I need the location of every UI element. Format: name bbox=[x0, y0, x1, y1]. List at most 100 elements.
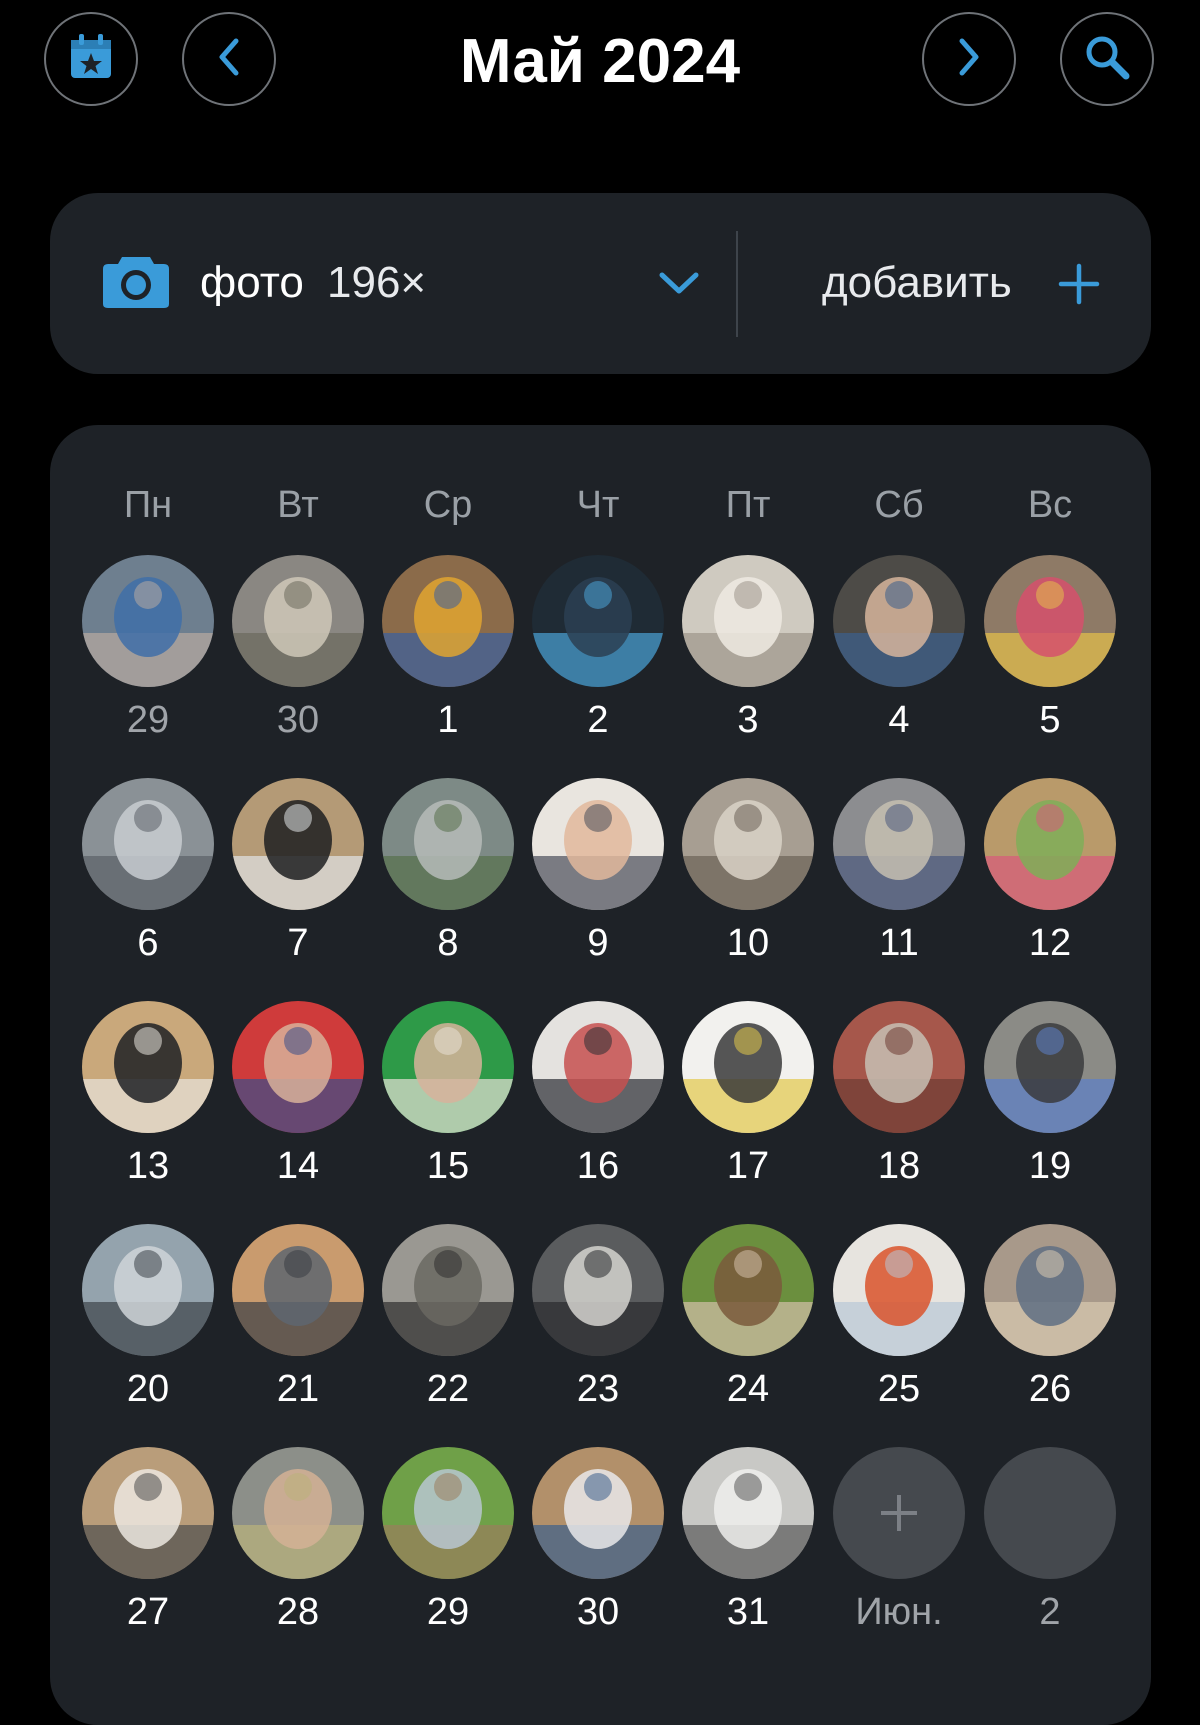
weekday-label: Ср bbox=[423, 484, 473, 526]
day-number: 21 bbox=[276, 1368, 320, 1410]
calendar-day[interactable]: 22 bbox=[373, 1224, 523, 1434]
calendar-day[interactable]: Июн. bbox=[824, 1447, 974, 1657]
calendar-day[interactable]: 19 bbox=[975, 1001, 1125, 1211]
day-photo-thumbnail bbox=[232, 555, 364, 687]
page-title: Май 2024 bbox=[459, 27, 741, 96]
day-photo-thumbnail bbox=[984, 1001, 1116, 1133]
calendar-day[interactable]: 3 bbox=[673, 555, 823, 765]
day-photo-thumbnail bbox=[382, 555, 514, 687]
calendar-day[interactable]: 2 bbox=[523, 555, 673, 765]
search-button[interactable] bbox=[1060, 12, 1154, 106]
calendar-day[interactable]: 30 bbox=[223, 555, 373, 765]
calendar-favorites-button[interactable] bbox=[44, 12, 138, 106]
calendar-day[interactable]: 28 bbox=[223, 1447, 373, 1657]
calendar-day[interactable]: 8 bbox=[373, 778, 523, 988]
calendar-day[interactable]: 2 bbox=[975, 1447, 1125, 1657]
day-number: 19 bbox=[1028, 1145, 1072, 1187]
add-label: добавить bbox=[822, 258, 1012, 307]
calendar-day[interactable]: 1 bbox=[373, 555, 523, 765]
day-photo-thumbnail bbox=[382, 1447, 514, 1579]
day-photo-thumbnail bbox=[382, 1001, 514, 1133]
calendar-day[interactable]: 5 bbox=[975, 555, 1125, 765]
day-photo-thumbnail bbox=[682, 1224, 814, 1356]
day-photo-thumbnail bbox=[532, 1001, 664, 1133]
day-photo-thumbnail bbox=[984, 555, 1116, 687]
day-photo-thumbnail bbox=[532, 1447, 664, 1579]
weekday-label: Пт bbox=[725, 484, 771, 526]
calendar-day[interactable]: 21 bbox=[223, 1224, 373, 1434]
calendar-day[interactable]: 30 bbox=[523, 1447, 673, 1657]
calendar-day[interactable]: 26 bbox=[975, 1224, 1125, 1434]
calendar-day[interactable]: 17 bbox=[673, 1001, 823, 1211]
plus-icon bbox=[1058, 263, 1100, 310]
empty-day-placeholder bbox=[984, 1447, 1116, 1579]
weekday-label: Чт bbox=[576, 484, 620, 526]
day-number: Июн. bbox=[855, 1591, 943, 1633]
day-number: 29 bbox=[126, 699, 170, 741]
calendar-day[interactable]: 6 bbox=[73, 778, 223, 988]
chevron-right-icon bbox=[954, 37, 984, 82]
day-number: 8 bbox=[437, 922, 459, 964]
calendar-day[interactable]: 20 bbox=[73, 1224, 223, 1434]
day-number: 17 bbox=[726, 1145, 770, 1187]
calendar-day[interactable]: 23 bbox=[523, 1224, 673, 1434]
next-month-button[interactable] bbox=[922, 12, 1016, 106]
media-filter-card: фото 196× добавить bbox=[50, 193, 1151, 374]
media-type-dropdown[interactable]: фото 196× bbox=[50, 193, 740, 374]
add-media-button[interactable]: добавить bbox=[740, 193, 1151, 374]
day-photo-thumbnail bbox=[232, 778, 364, 910]
day-number: 20 bbox=[126, 1368, 170, 1410]
day-photo-thumbnail bbox=[682, 778, 814, 910]
camera-icon bbox=[102, 253, 170, 314]
calendar-day[interactable]: 29 bbox=[73, 555, 223, 765]
day-number: 27 bbox=[126, 1591, 170, 1633]
day-number: 23 bbox=[576, 1368, 620, 1410]
day-photo-thumbnail bbox=[984, 1224, 1116, 1356]
day-photo-thumbnail bbox=[82, 1447, 214, 1579]
previous-month-button[interactable] bbox=[182, 12, 276, 106]
calendar-day[interactable]: 7 bbox=[223, 778, 373, 988]
calendar-day[interactable]: 4 bbox=[824, 555, 974, 765]
day-photo-thumbnail bbox=[833, 1224, 965, 1356]
day-number: 28 bbox=[276, 1591, 320, 1633]
calendar-day[interactable]: 18 bbox=[824, 1001, 974, 1211]
chevron-left-icon bbox=[214, 37, 244, 82]
day-number: 1 bbox=[437, 699, 459, 741]
day-number: 14 bbox=[276, 1145, 320, 1187]
calendar-day[interactable]: 15 bbox=[373, 1001, 523, 1211]
day-photo-thumbnail bbox=[82, 1001, 214, 1133]
day-number: 29 bbox=[426, 1591, 470, 1633]
calendar-day[interactable]: 25 bbox=[824, 1224, 974, 1434]
weekday-label: Вс bbox=[1027, 484, 1073, 526]
weekday-label: Вт bbox=[277, 484, 319, 526]
calendar-day[interactable]: 27 bbox=[73, 1447, 223, 1657]
day-number: 16 bbox=[576, 1145, 620, 1187]
calendar-day[interactable]: 12 bbox=[975, 778, 1125, 988]
calendar-day[interactable]: 29 bbox=[373, 1447, 523, 1657]
calendar-day[interactable]: 11 bbox=[824, 778, 974, 988]
calendar-day[interactable]: 10 bbox=[673, 778, 823, 988]
day-photo-thumbnail bbox=[833, 778, 965, 910]
media-type-label: фото bbox=[200, 258, 304, 307]
calendar-day[interactable]: 13 bbox=[73, 1001, 223, 1211]
calendar-day[interactable]: 31 bbox=[673, 1447, 823, 1657]
day-number: 10 bbox=[726, 922, 770, 964]
day-number: 31 bbox=[726, 1591, 770, 1633]
day-photo-thumbnail bbox=[532, 555, 664, 687]
day-photo-thumbnail bbox=[682, 1447, 814, 1579]
day-number: 25 bbox=[877, 1368, 921, 1410]
calendar-day[interactable]: 14 bbox=[223, 1001, 373, 1211]
day-number: 13 bbox=[126, 1145, 170, 1187]
day-number: 9 bbox=[587, 922, 609, 964]
day-photo-thumbnail bbox=[532, 778, 664, 910]
day-number: 22 bbox=[426, 1368, 470, 1410]
calendar-day[interactable]: 24 bbox=[673, 1224, 823, 1434]
day-number: 5 bbox=[1039, 699, 1061, 741]
day-photo-thumbnail bbox=[682, 1001, 814, 1133]
day-number: 30 bbox=[576, 1591, 620, 1633]
day-number: 3 bbox=[737, 699, 759, 741]
calendar-day[interactable]: 16 bbox=[523, 1001, 673, 1211]
day-photo-thumbnail bbox=[232, 1001, 364, 1133]
day-number: 4 bbox=[888, 699, 910, 741]
calendar-day[interactable]: 9 bbox=[523, 778, 673, 988]
